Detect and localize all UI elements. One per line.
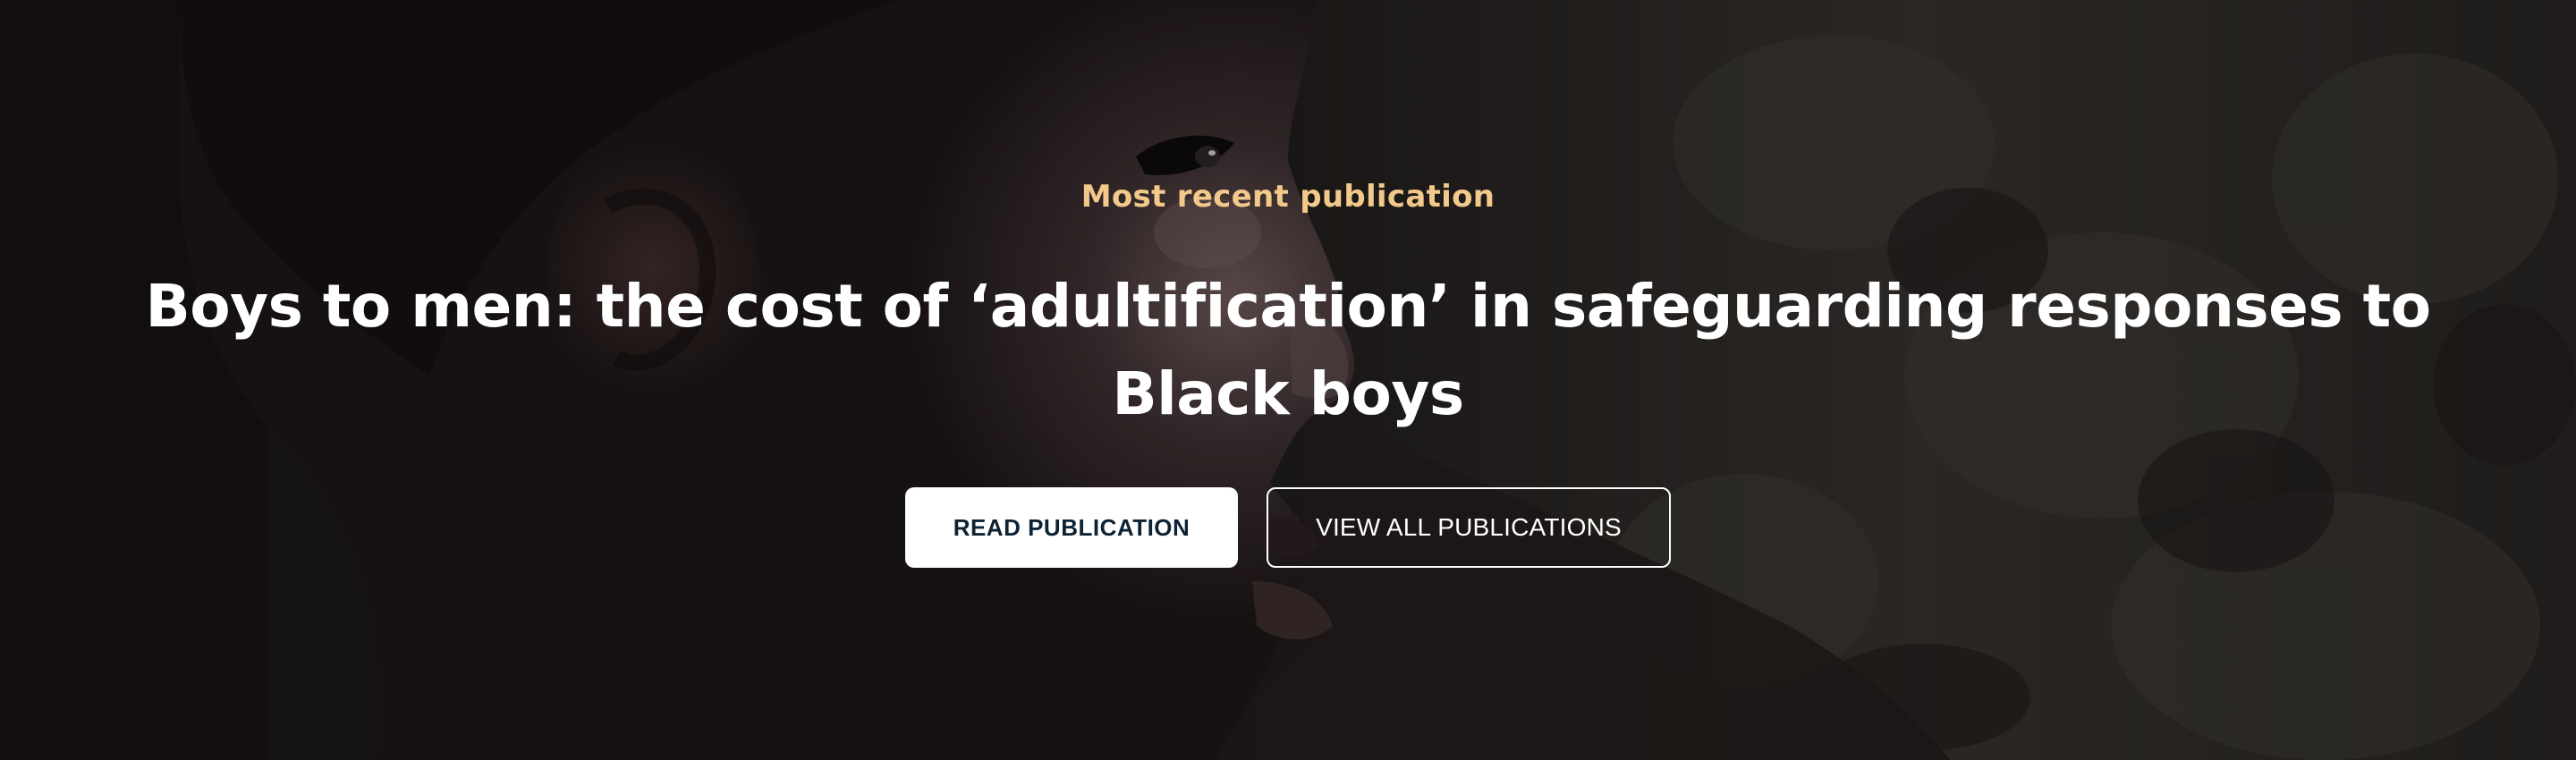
hero-section: Most recent publication Boys to men: the… — [0, 0, 2576, 760]
read-publication-button[interactable]: READ PUBLICATION — [905, 487, 1238, 568]
publication-title: Boys to men: the cost of ‘adultification… — [145, 272, 2431, 428]
view-all-publications-button[interactable]: VIEW ALL PUBLICATIONS — [1267, 487, 1671, 568]
eyebrow-label: Most recent publication — [1080, 179, 1496, 215]
hero-actions: READ PUBLICATION VIEW ALL PUBLICATIONS — [905, 487, 1671, 568]
hero-content: Most recent publication Boys to men: the… — [0, 0, 2576, 760]
